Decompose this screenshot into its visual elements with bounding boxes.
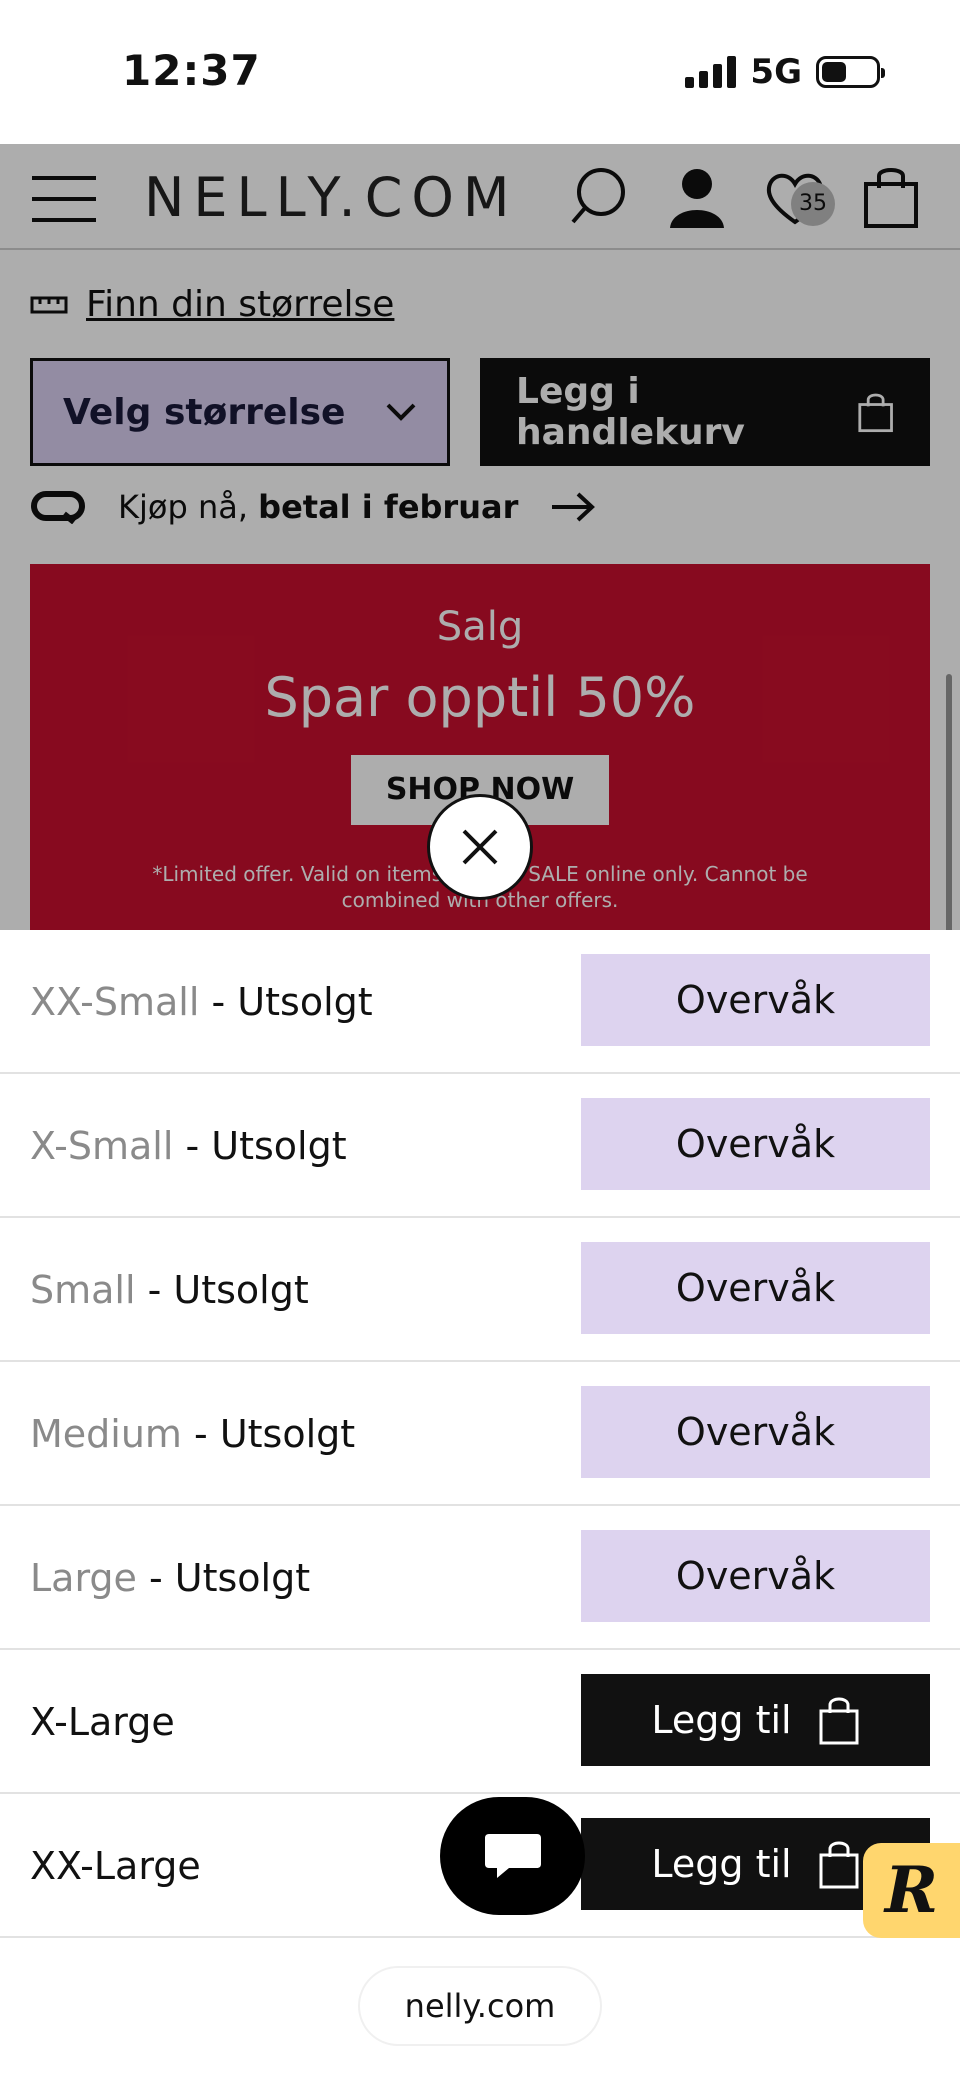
signal-icon [685, 56, 737, 88]
battery-icon [816, 56, 885, 88]
rewards-logo-icon[interactable]: R [863, 1843, 960, 1938]
bag-icon [819, 1697, 859, 1745]
size-row: Large - Utsolgt Overvåk [0, 1506, 960, 1650]
watch-button[interactable]: Overvåk [581, 1386, 930, 1478]
size-row-label: X-Large [30, 1650, 175, 1794]
chat-bubble-icon [484, 1834, 541, 1878]
add-size-label: Legg til [651, 1842, 792, 1886]
close-sheet-button[interactable] [427, 794, 533, 900]
status-time: 12:37 [122, 46, 261, 95]
size-row-label: Large - Utsolgt [30, 1506, 310, 1650]
watch-button[interactable]: Overvåk [581, 954, 930, 1046]
network-label: 5G [750, 52, 802, 92]
size-status: - Utsolgt [173, 1124, 347, 1168]
size-picker-sheet: XX-Small - Utsolgt Overvåk X-Small - Uts… [0, 930, 960, 1938]
chat-button[interactable] [440, 1797, 585, 1915]
size-row-label: Small - Utsolgt [30, 1218, 309, 1362]
size-row-label: Medium - Utsolgt [30, 1362, 355, 1506]
size-name: XX-Small [30, 980, 200, 1024]
size-row: X-Large Legg til [0, 1650, 960, 1794]
size-row-label: XX-Small - Utsolgt [30, 930, 373, 1074]
add-size-label: Legg til [651, 1698, 792, 1742]
watch-button[interactable]: Overvåk [581, 1098, 930, 1190]
size-row: Medium - Utsolgt Overvåk [0, 1362, 960, 1506]
size-name: Medium [30, 1412, 182, 1456]
size-status: - Utsolgt [135, 1268, 309, 1312]
watch-button[interactable]: Overvåk [581, 1530, 930, 1622]
watch-button[interactable]: Overvåk [581, 1242, 930, 1334]
size-row: XX-Small - Utsolgt Overvåk [0, 930, 960, 1074]
size-name: X-Large [30, 1700, 175, 1744]
browser-bottom-bar: nelly.com [0, 1938, 960, 2081]
size-status: - Utsolgt [181, 1412, 356, 1456]
size-row-label: XX-Large [30, 1794, 201, 1938]
status-bar: 12:37 5G [0, 0, 960, 144]
size-row-label: X-Small - Utsolgt [30, 1074, 347, 1218]
size-row: Small - Utsolgt Overvåk [0, 1218, 960, 1362]
add-size-button[interactable]: Legg til [581, 1674, 930, 1766]
size-row: X-Small - Utsolgt Overvåk [0, 1074, 960, 1218]
size-name: X-Small [30, 1124, 174, 1168]
bag-icon [819, 1841, 859, 1889]
size-name: Large [30, 1556, 137, 1600]
status-indicators: 5G [685, 52, 885, 92]
url-field[interactable]: nelly.com [360, 1968, 600, 2044]
size-status: - Utsolgt [199, 980, 373, 1024]
close-icon [462, 829, 498, 865]
size-name: Small [30, 1268, 136, 1312]
size-status: - Utsolgt [136, 1556, 311, 1600]
size-name: XX-Large [30, 1844, 201, 1888]
